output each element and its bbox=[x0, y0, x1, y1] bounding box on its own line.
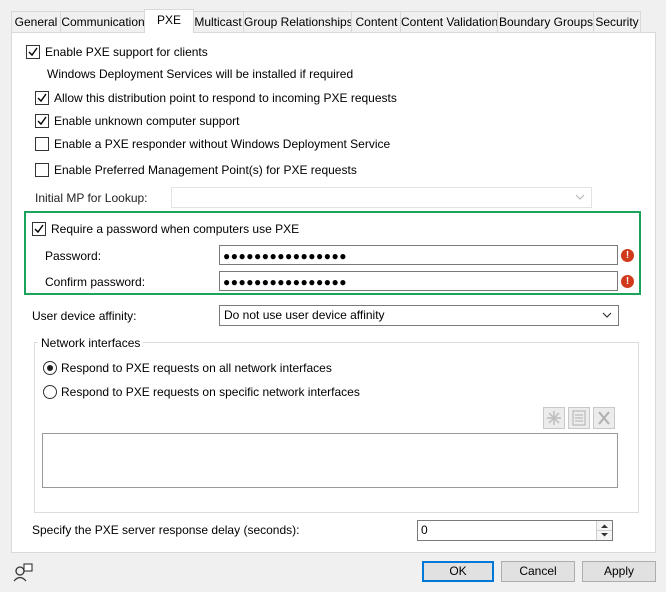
tab-label: Boundary Groups bbox=[498, 15, 594, 29]
tab-label: Content Validation bbox=[401, 15, 499, 29]
tab-label: PXE bbox=[156, 13, 181, 27]
tab-multicast[interactable]: Multicast bbox=[191, 11, 245, 32]
require-password-checkbox[interactable] bbox=[32, 222, 46, 236]
error-icon: ! bbox=[621, 249, 634, 262]
chevron-down-icon bbox=[602, 312, 612, 318]
delay-spinner[interactable]: 0 bbox=[417, 520, 613, 541]
preferred-mp-label: Enable Preferred Management Point(s) for… bbox=[54, 163, 357, 177]
password-label: Password: bbox=[45, 249, 102, 263]
spinner-arrows-icon bbox=[597, 524, 612, 537]
radio-all-interfaces[interactable] bbox=[43, 361, 57, 375]
tab-label: Communication bbox=[61, 15, 145, 29]
checkmark-icon bbox=[34, 224, 44, 234]
tab-communication[interactable]: Communication bbox=[60, 11, 146, 32]
tab-label: Security bbox=[595, 15, 639, 29]
starburst-icon bbox=[547, 411, 561, 425]
preferred-mp-checkbox[interactable] bbox=[35, 163, 49, 177]
checkmark-icon bbox=[28, 47, 38, 57]
require-password-label: Require a password when computers use PX… bbox=[51, 222, 300, 236]
tab-label: Content bbox=[355, 15, 398, 29]
properties-interface-button[interactable] bbox=[568, 407, 590, 429]
checkmark-icon bbox=[37, 93, 47, 103]
tab-boundary-groups[interactable]: Boundary Groups bbox=[497, 11, 595, 32]
delete-icon bbox=[598, 411, 610, 425]
apply-button[interactable]: Apply bbox=[582, 561, 656, 582]
confirm-password-label: Confirm password: bbox=[45, 275, 146, 289]
tab-content-validation[interactable]: Content Validation bbox=[400, 11, 499, 32]
affinity-value: Do not use user device affinity bbox=[224, 308, 385, 322]
network-interfaces-label: Network interfaces bbox=[38, 336, 144, 350]
tab-pxe[interactable]: PXE bbox=[144, 9, 194, 33]
enable-pxe-checkbox[interactable] bbox=[26, 45, 40, 59]
radio-all-label: Respond to PXE requests on all network i… bbox=[61, 361, 332, 375]
unknown-computer-checkbox[interactable] bbox=[35, 114, 49, 128]
user-help-icon bbox=[13, 563, 33, 582]
error-icon: ! bbox=[621, 275, 634, 288]
checkmark-icon bbox=[37, 116, 47, 126]
affinity-select[interactable]: Do not use user device affinity bbox=[219, 305, 619, 326]
delay-value: 0 bbox=[421, 523, 428, 537]
add-interface-button[interactable] bbox=[543, 407, 565, 429]
cancel-button[interactable]: Cancel bbox=[501, 561, 575, 582]
tab-group-relationships[interactable]: Group Relationships bbox=[243, 11, 353, 32]
delay-label: Specify the PXE server response delay (s… bbox=[32, 523, 300, 537]
pxe-responder-checkbox[interactable] bbox=[35, 137, 49, 151]
unknown-computer-label: Enable unknown computer support bbox=[54, 114, 240, 128]
password-field[interactable]: ●●●●●●●●●●●●●●●● bbox=[219, 245, 618, 265]
interfaces-list[interactable] bbox=[42, 433, 618, 488]
spinner-buttons[interactable] bbox=[596, 521, 612, 540]
tab-general[interactable]: General bbox=[11, 11, 61, 32]
help-icon[interactable] bbox=[12, 562, 34, 585]
delete-interface-button[interactable] bbox=[593, 407, 615, 429]
radio-specific-label: Respond to PXE requests on specific netw… bbox=[61, 385, 360, 399]
tab-label: General bbox=[14, 15, 58, 29]
tab-content[interactable]: Content bbox=[351, 11, 402, 32]
allow-respond-label: Allow this distribution point to respond… bbox=[54, 91, 397, 105]
radio-dot bbox=[47, 365, 53, 371]
allow-respond-checkbox[interactable] bbox=[35, 91, 49, 105]
pxe-responder-label: Enable a PXE responder without Windows D… bbox=[54, 137, 391, 151]
initial-mp-select[interactable] bbox=[171, 187, 592, 208]
tab-security[interactable]: Security bbox=[593, 11, 641, 32]
wds-note: Windows Deployment Services will be inst… bbox=[47, 67, 354, 81]
properties-icon bbox=[572, 410, 586, 426]
radio-specific-interfaces[interactable] bbox=[43, 385, 57, 399]
initial-mp-label: Initial MP for Lookup: bbox=[35, 191, 148, 205]
affinity-label: User device affinity: bbox=[32, 309, 137, 323]
tab-label: Group Relationships bbox=[244, 15, 353, 29]
enable-pxe-label: Enable PXE support for clients bbox=[45, 45, 208, 59]
chevron-down-icon bbox=[575, 194, 585, 200]
ok-button[interactable]: OK bbox=[422, 561, 494, 582]
tab-label: Multicast bbox=[194, 15, 242, 29]
confirm-password-field[interactable]: ●●●●●●●●●●●●●●●● bbox=[219, 271, 618, 291]
